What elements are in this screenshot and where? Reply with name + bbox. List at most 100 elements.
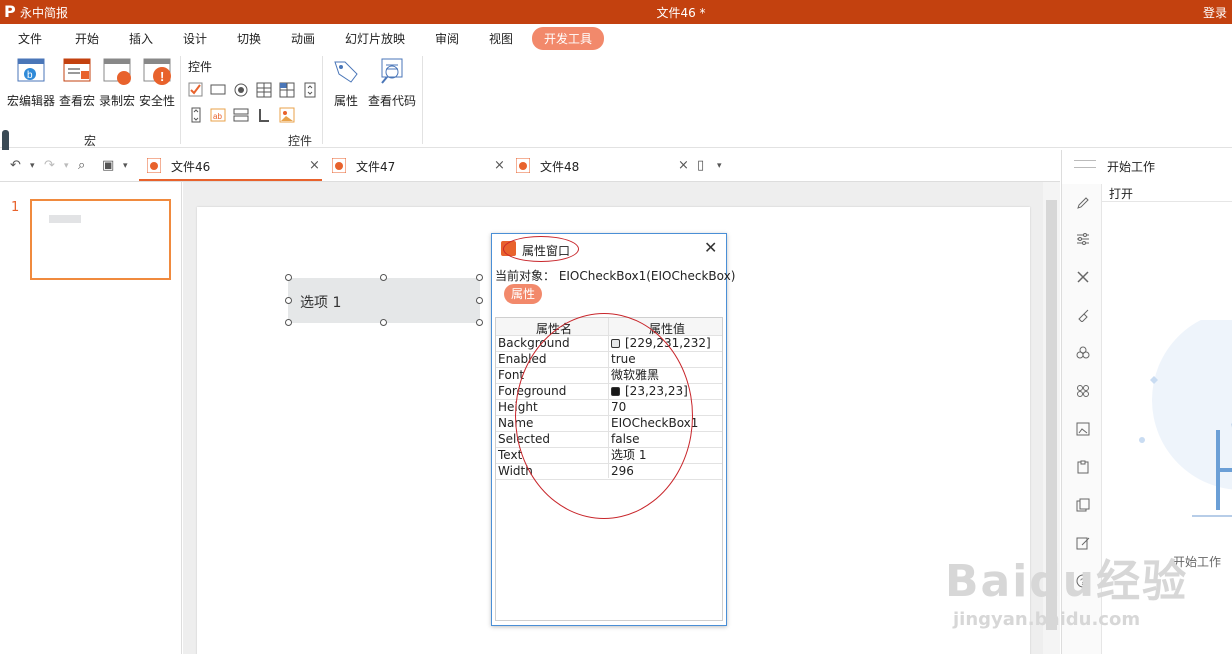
print-preview-icon[interactable]: ⌕ bbox=[78, 158, 85, 173]
new-tab-dropdown-icon[interactable]: ▾ bbox=[717, 161, 722, 171]
label-control-icon[interactable] bbox=[256, 107, 272, 123]
animation-icon[interactable] bbox=[1076, 346, 1090, 360]
menu-design[interactable]: 设计 bbox=[183, 30, 207, 47]
pen-icon[interactable] bbox=[1076, 196, 1090, 210]
close-icon[interactable]: ✕ bbox=[704, 238, 717, 257]
record-macro-label: 录制宏 bbox=[98, 94, 135, 108]
combobox-control-icon[interactable] bbox=[233, 107, 249, 123]
menu-slideshow[interactable]: 幻灯片放映 bbox=[345, 30, 405, 47]
copy-icon[interactable] bbox=[1076, 498, 1090, 512]
resize-handle[interactable] bbox=[476, 297, 483, 304]
macro-editor-icon: b bbox=[16, 56, 46, 86]
svg-text:!: ! bbox=[160, 69, 164, 84]
menu-file[interactable]: 文件 bbox=[18, 30, 42, 47]
baidu-watermark: Baidu经验 jingyan.baidu.com bbox=[945, 545, 1205, 654]
security-button[interactable]: ! 安全性 bbox=[138, 56, 176, 109]
new-tab-icon[interactable]: ▯ bbox=[697, 158, 704, 173]
presentation-file-icon bbox=[332, 158, 346, 173]
open-label: 打开 bbox=[1109, 187, 1134, 201]
tab-label: 文件48 bbox=[540, 160, 580, 174]
spin-control-icon[interactable] bbox=[302, 82, 318, 98]
watermark-url: jingyan.baidu.com bbox=[953, 609, 1141, 630]
image-control-icon[interactable] bbox=[279, 107, 295, 123]
save-icon[interactable]: ▣ bbox=[102, 158, 114, 173]
undo-dropdown-icon[interactable]: ▾ bbox=[30, 161, 35, 171]
group-separator bbox=[322, 56, 323, 144]
svg-text:b: b bbox=[27, 70, 33, 81]
tab-label: 文件47 bbox=[356, 160, 396, 174]
slide-thumbnail[interactable] bbox=[30, 199, 171, 280]
properties-label: 属性 bbox=[333, 94, 358, 108]
brush-icon[interactable] bbox=[1076, 308, 1090, 323]
properties-tab[interactable]: 属性 bbox=[504, 284, 542, 304]
checkbox-control-icon[interactable] bbox=[188, 82, 204, 98]
scrollbar-control-icon[interactable] bbox=[188, 107, 204, 123]
view-code-button[interactable]: 查看代码 bbox=[366, 56, 418, 109]
menu-developer[interactable]: 开发工具 bbox=[532, 27, 605, 50]
radio-control-icon[interactable] bbox=[233, 82, 249, 98]
view-macro-icon bbox=[62, 56, 92, 86]
document-title: 文件46 * bbox=[656, 6, 706, 20]
resize-handle[interactable] bbox=[285, 297, 292, 304]
current-object-label: 当前对象： EIOCheckBox1(EIOCheckBox) bbox=[495, 269, 736, 283]
resize-handle[interactable] bbox=[285, 319, 292, 326]
group-separator bbox=[180, 56, 181, 144]
login-button[interactable]: 登录 bbox=[1203, 4, 1227, 21]
button-control-icon[interactable] bbox=[210, 82, 226, 98]
person-at-desk-illustration bbox=[1132, 310, 1232, 520]
resize-handle[interactable] bbox=[285, 274, 292, 281]
resize-handle[interactable] bbox=[380, 319, 387, 326]
svg-text:ab: ab bbox=[213, 112, 222, 121]
record-macro-button[interactable]: 录制宏 bbox=[98, 56, 136, 109]
tab-file46[interactable]: 文件46 × bbox=[139, 150, 322, 181]
macro-group-label: 宏 bbox=[84, 134, 97, 148]
property-name: Text bbox=[498, 448, 523, 462]
menu-view[interactable]: 视图 bbox=[489, 30, 513, 47]
apps-icon[interactable] bbox=[1076, 384, 1090, 398]
checkbox-control[interactable]: 选项 1 bbox=[288, 278, 480, 323]
open-item[interactable]: 打开 bbox=[1102, 182, 1232, 202]
ribbon-tabs: 文件 开始 插入 设计 切换 动画 幻灯片放映 审阅 视图 开发工具 bbox=[0, 24, 1232, 52]
view-code-icon bbox=[377, 56, 407, 86]
redo-icon[interactable]: ↷ bbox=[44, 158, 55, 173]
presentation-file-icon bbox=[516, 158, 530, 173]
menu-home[interactable]: 开始 bbox=[75, 30, 99, 47]
menu-animation[interactable]: 动画 bbox=[291, 30, 315, 47]
close-tab-icon[interactable]: × bbox=[678, 158, 689, 173]
properties-button[interactable]: 属性 bbox=[330, 56, 362, 109]
undo-icon[interactable]: ↶ bbox=[10, 158, 21, 173]
slide-thumbnail-pane: 1 bbox=[0, 182, 182, 654]
textbox-control-icon[interactable]: ab bbox=[210, 107, 226, 123]
menu-insert[interactable]: 插入 bbox=[129, 30, 153, 47]
annotation-oval bbox=[503, 236, 579, 262]
controls-title: 控件 bbox=[188, 60, 213, 74]
document-tab-strip: ↶ ▾ ↷ ▾ ⌕ ▣ ▾ 文件46 × 文件47 × 文件48 × ▯ ▾ bbox=[0, 150, 1060, 182]
tab-label: 文件46 bbox=[171, 160, 211, 174]
quick-access-dropdown-icon[interactable]: ▾ bbox=[123, 161, 128, 171]
listbox-control-icon[interactable] bbox=[256, 82, 272, 98]
resize-handle[interactable] bbox=[380, 274, 387, 281]
tab-file47[interactable]: 文件47 × bbox=[324, 150, 507, 181]
thumbnail-checkbox-preview bbox=[49, 215, 81, 223]
resize-handle[interactable] bbox=[476, 274, 483, 281]
image-icon[interactable] bbox=[1076, 422, 1090, 436]
redo-dropdown-icon[interactable]: ▾ bbox=[64, 161, 69, 171]
grid-control-icon[interactable] bbox=[279, 82, 295, 98]
menu-icon[interactable] bbox=[1074, 160, 1096, 168]
tab-file48[interactable]: 文件48 × bbox=[508, 150, 691, 181]
macro-editor-label: 宏编辑器 bbox=[6, 94, 55, 108]
security-label: 安全性 bbox=[138, 94, 175, 108]
close-tab-icon[interactable]: × bbox=[494, 158, 505, 173]
checkbox-text: 选项 1 bbox=[300, 295, 342, 311]
properties-icon bbox=[331, 56, 361, 86]
macro-editor-button[interactable]: b 宏编辑器 bbox=[6, 56, 56, 109]
close-tab-icon[interactable]: × bbox=[309, 158, 320, 173]
sliders-icon[interactable] bbox=[1076, 232, 1090, 246]
view-macro-button[interactable]: 查看宏 bbox=[58, 56, 96, 109]
clipboard-icon[interactable] bbox=[1076, 460, 1090, 474]
resize-handle[interactable] bbox=[476, 319, 483, 326]
watermark-logo-text: Baidu经验 bbox=[945, 556, 1189, 607]
menu-review[interactable]: 审阅 bbox=[435, 30, 459, 47]
menu-transition[interactable]: 切换 bbox=[237, 30, 261, 47]
tools-icon[interactable] bbox=[1076, 270, 1090, 284]
